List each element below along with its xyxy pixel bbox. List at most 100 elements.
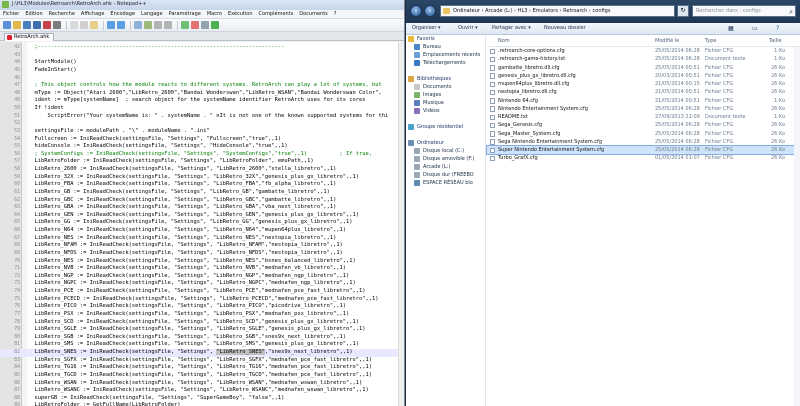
new-file-icon[interactable] [3, 21, 11, 29]
find-icon[interactable] [134, 21, 142, 29]
code-line[interactable]: 49 ident := mType[systemName] ; search o… [0, 97, 404, 105]
paste-icon[interactable] [90, 21, 98, 29]
code-line[interactable]: 66 LibRetro_N64 := IniReadCheck(settings… [0, 227, 404, 235]
replace-icon[interactable] [144, 21, 152, 29]
editor-vertical-scrollbar[interactable] [398, 42, 404, 406]
menu-item[interactable]: Recherche [49, 11, 75, 17]
code-line[interactable]: 42 ;------------------------------------… [0, 44, 404, 52]
code-line[interactable]: 78 LibRetro_SCD := IniReadCheck(settings… [0, 319, 404, 327]
file-row[interactable]: Sega_Genesis.cfg 25/05/2014 06:28 Fichier … [487, 121, 800, 129]
share-button[interactable]: Partager avec ▾ [492, 25, 531, 31]
column-type[interactable]: Type [705, 38, 716, 44]
column-date[interactable]: Modifié le [655, 38, 679, 44]
nav-item[interactable]: Images [406, 91, 485, 99]
redo-icon[interactable] [117, 21, 125, 29]
code-line[interactable]: 86 LibRetro_WSAN := IniReadCheck(setting… [0, 380, 404, 388]
stop-macro-icon[interactable] [201, 21, 209, 29]
code-line[interactable]: 60 LibRetro_FBA := IniReadCheck(settings… [0, 181, 404, 189]
back-button[interactable]: ‹ [410, 5, 422, 17]
code-line[interactable]: 73 LibRetro_NGPC := IniReadCheck(setting… [0, 280, 404, 288]
nav-item[interactable]: Disque dur (FREEBO [406, 171, 485, 179]
nav-item[interactable]: Arcade (L:) [406, 163, 485, 171]
code-line[interactable]: 58 LibRetro_2600 := IniReadCheck(setting… [0, 166, 404, 174]
close-file-icon[interactable] [43, 21, 51, 29]
code-line[interactable]: 81 LibRetro_SMS := IniReadCheck(settings… [0, 341, 404, 349]
view-options-icon[interactable]: ▦ [728, 25, 734, 32]
code-line[interactable]: 43 [0, 52, 404, 60]
nav-item[interactable]: Favoris [406, 35, 485, 43]
code-line[interactable]: 71 LibRetro_NVB := IniReadCheck(settings… [0, 265, 404, 273]
menu-item[interactable]: Macro [207, 11, 222, 17]
code-line[interactable]: 56 ; SystemConfigs := IniReadCheck(setti… [0, 151, 404, 159]
code-line[interactable]: 64 LibRetro_GEN := IniReadCheck(settings… [0, 212, 404, 220]
open-button[interactable]: Ouvrir ▾ [458, 25, 478, 31]
save-icon[interactable] [23, 21, 31, 29]
file-row[interactable]: Turbo_GrafX.cfg 01/05/2014 01:07 Fichier C… [487, 154, 800, 162]
code-line[interactable]: 82 LibRetro_SNES := IniReadCheck(setting… [0, 349, 404, 357]
file-list-scrollbar[interactable] [794, 47, 800, 406]
menu-item[interactable]: Documents [299, 11, 328, 17]
file-row[interactable]: genesis_plus_gx_libretro.dll.cfg 20/03/20… [487, 72, 800, 80]
code-line[interactable]: 51 ScriptError("Your systemName is: " . … [0, 113, 404, 121]
menu-item[interactable]: Exécution [228, 11, 253, 17]
column-name[interactable]: Nom [498, 38, 510, 44]
code-line[interactable]: 87 LibRetro_WSANC := IniReadCheck(settin… [0, 387, 404, 395]
file-row[interactable]: Nintendo Entertainment System.cfg 25/05/2… [487, 105, 800, 113]
code-line[interactable]: 57 LibRetroFolder := IniReadCheck(settin… [0, 158, 404, 166]
code-line[interactable]: 83 LibRetro_SGFX := IniReadCheck(setting… [0, 357, 404, 365]
organize-button[interactable]: Organiser ▾ [412, 25, 441, 31]
code-line[interactable]: 76 LibRetro_PICO := IniReadCheck(setting… [0, 303, 404, 311]
code-line[interactable]: 80 LibRetro_SGB := IniReadCheck(settings… [0, 334, 404, 342]
zoom-out-icon[interactable] [164, 21, 172, 29]
nav-item[interactable]: Disque amovible (F:) [406, 155, 485, 163]
code-line[interactable]: 54 Fullscreen := IniReadCheck(settingsFi… [0, 136, 404, 144]
tab-retroarch-ahk[interactable]: RetroArch.ahk [4, 33, 55, 41]
code-line[interactable]: 62 LibRetro_GBC := IniReadCheck(settings… [0, 197, 404, 205]
file-row[interactable]: Nintendo 64.cfg 21/05/2014 00:51 Fichier C… [487, 97, 800, 105]
address-bar[interactable]: Ordinateur › Arcade (L:) › HL3 › Emulato… [440, 5, 675, 17]
file-row[interactable]: gambatte_libretro.dll.cfg 25/05/2014 00:5… [487, 64, 800, 72]
menu-item[interactable]: Affichage [81, 11, 105, 17]
code-line[interactable]: 85 LibRetro_TGCD := IniReadCheck(setting… [0, 372, 404, 380]
copy-icon[interactable] [80, 21, 88, 29]
nav-item[interactable]: Disque local (C:) [406, 147, 485, 155]
code-editor[interactable]: 42 ;------------------------------------… [0, 42, 404, 406]
menu-item[interactable]: Fichier [3, 11, 19, 17]
code-line[interactable]: 67 LibRetro_NES := IniReadCheck(settings… [0, 235, 404, 243]
column-size[interactable]: Taille [769, 38, 782, 44]
new-folder-button[interactable]: Nouveau dossier [544, 25, 586, 31]
code-line[interactable]: 46 [0, 75, 404, 83]
file-row[interactable]: Sega_Master_System.cfg 25/05/2014 06:28 Fi… [487, 130, 800, 138]
menu-item[interactable]: Langage [141, 11, 163, 17]
nav-item[interactable]: Groupe résidentiel [406, 123, 485, 131]
code-line[interactable]: 72 LibRetro_NGP := IniReadCheck(settings… [0, 273, 404, 281]
help-icon[interactable]: ? [776, 25, 779, 32]
undo-icon[interactable] [107, 21, 115, 29]
nav-item[interactable]: Ordinateur [406, 139, 485, 147]
save-all-icon[interactable] [33, 21, 41, 29]
code-line[interactable]: 75 LibRetro_PCECD := IniReadCheck(settin… [0, 296, 404, 304]
menu-item[interactable]: Encodage [110, 11, 135, 17]
refresh-button[interactable]: ↻ [677, 5, 689, 17]
selected-text[interactable]: "LibRetro_SNES" [216, 349, 265, 355]
code-line[interactable]: 63 LibRetro_GBA := IniReadCheck(settings… [0, 204, 404, 212]
code-line[interactable]: 77 LibRetro_PSX := IniReadCheck(settings… [0, 311, 404, 319]
code-line[interactable]: 65 LibRetro_GG := IniReadCheck(settingsF… [0, 219, 404, 227]
nav-item[interactable]: Bureau [406, 43, 485, 51]
file-row[interactable]: mupen64plus_libretro.dll.cfg 21/05/2014 0… [487, 80, 800, 88]
code-line[interactable]: 88 superGB := IniReadCheck(settingsFile,… [0, 395, 404, 403]
print-icon[interactable] [53, 21, 61, 29]
menu-item[interactable]: Paramétrage [169, 11, 201, 17]
code-line[interactable]: 50 If !ident [0, 105, 404, 113]
code-line[interactable]: 69 LibRetro_NFDS := IniReadCheck(setting… [0, 250, 404, 258]
nav-item[interactable]: ESPACE RÉSEAU blo [406, 179, 485, 187]
code-line[interactable]: 53 settingsFile := modulePath . "\" . mo… [0, 128, 404, 136]
menu-item[interactable]: Compléments [259, 11, 294, 17]
zoom-in-icon[interactable] [154, 21, 162, 29]
nav-item[interactable]: Téléchargements [406, 59, 485, 67]
notepad-titlebar[interactable]: J:\HL3\Modules\Retroarch\RetroArch.ahk -… [0, 0, 404, 10]
forward-button[interactable]: › [424, 5, 436, 17]
code-line[interactable]: 79 LibRetro_SGLE := IniReadCheck(setting… [0, 326, 404, 334]
open-file-icon[interactable] [13, 21, 21, 29]
nav-item[interactable]: Vidéos [406, 107, 485, 115]
